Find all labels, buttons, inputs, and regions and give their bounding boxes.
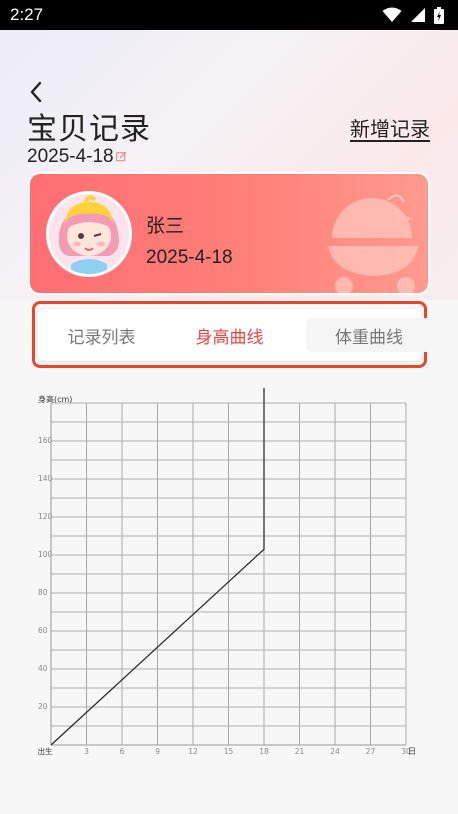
y-tick-label: 140 — [38, 474, 53, 483]
y-axis-label: 身高(cm) — [38, 394, 72, 404]
x-tick-label: 21 — [295, 747, 305, 756]
height-chart-svg: 身高(cm) 20 40 60 80 100 120 140 160 出生 3 6 9 12 15 18 21 2… — [38, 388, 416, 756]
status-icons — [382, 6, 444, 24]
height-chart: 身高(cm) 20 40 60 80 100 120 140 160 出生 3 6 9 12 15 18 21 2… — [0, 380, 458, 770]
x-tick-label: 6 — [120, 747, 125, 756]
x-tick-label: 24 — [330, 747, 340, 756]
x-tick-label: 9 — [155, 747, 160, 756]
x-tick-label: 12 — [188, 747, 198, 756]
x-tick-label: 15 — [224, 747, 234, 756]
child-avatar-icon — [49, 194, 129, 274]
y-tick-label: 60 — [38, 626, 48, 635]
x-tick-label: 出生 — [38, 746, 53, 756]
y-tick-label: 20 — [38, 702, 48, 711]
page-title: 宝贝记录 — [27, 112, 151, 147]
profile-card[interactable]: 张三 2025-4-18 — [28, 172, 430, 295]
y-tick-label: 120 — [38, 512, 53, 521]
chevron-left-icon — [30, 81, 42, 103]
add-record-link[interactable]: 新增记录 — [350, 113, 430, 142]
x-tick-label: 3 — [84, 747, 89, 756]
stroller-icon — [328, 194, 418, 293]
x-tick-label: 18 — [259, 747, 269, 756]
y-tick-label: 100 — [38, 550, 53, 559]
status-time: 2:27 — [10, 5, 44, 24]
back-button[interactable] — [22, 78, 50, 106]
y-tick-label: 40 — [38, 664, 48, 673]
y-tick-label: 160 — [38, 436, 53, 445]
status-bar: 2:27 — [0, 0, 458, 30]
edit-icon[interactable] — [115, 151, 127, 162]
signal-icon — [411, 8, 425, 22]
battery-icon — [434, 6, 444, 24]
tab-record-list[interactable]: 记录列表 — [38, 318, 165, 352]
tab-weight-curve[interactable]: 体重曲线 — [306, 318, 432, 352]
current-date: 2025-4-18 — [27, 146, 114, 167]
child-birth-date: 2025-4-18 — [146, 247, 233, 268]
wifi-icon — [382, 7, 402, 22]
child-name: 张三 — [146, 215, 185, 237]
avatar — [46, 191, 132, 277]
tab-bar: 记录列表 身高曲线 体重曲线 — [38, 309, 432, 361]
x-tick-label: 27 — [366, 747, 376, 756]
tab-height-curve[interactable]: 身高曲线 — [166, 318, 293, 352]
x-axis-label: 日 — [408, 747, 416, 756]
date-row[interactable]: 2025-4-18 — [27, 146, 127, 168]
y-tick-label: 80 — [38, 588, 48, 597]
